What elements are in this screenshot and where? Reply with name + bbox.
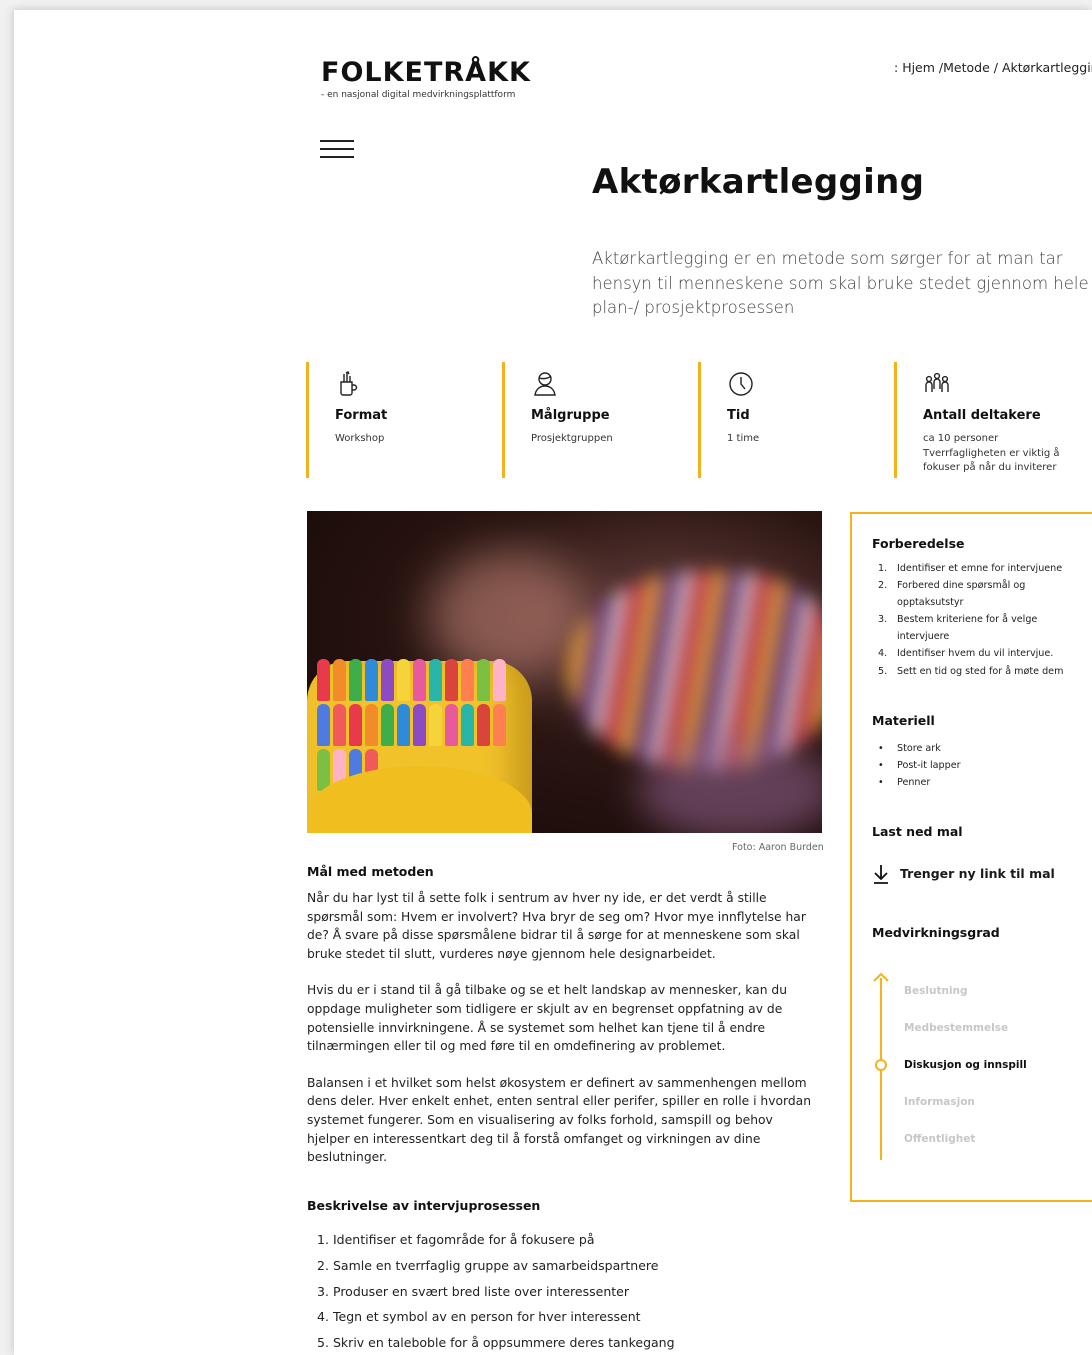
crayon xyxy=(477,704,490,746)
crayon xyxy=(381,704,394,746)
crayon xyxy=(429,704,442,746)
info-card-tid: Tid 1 time xyxy=(698,362,893,478)
process-steps-list: 1. Identifiser et fagområde for å fokuser… xyxy=(307,1227,827,1355)
breadcrumb-metode[interactable]: /Metode xyxy=(939,60,990,75)
material-heading: Materiell xyxy=(872,712,935,728)
person-icon xyxy=(531,370,697,402)
prep-heading: Forberedelse xyxy=(872,536,965,551)
crayon xyxy=(333,659,346,701)
prep-step: 3. Bestem kriteriene for å velge intervju… xyxy=(878,614,1038,643)
tools-cup-icon xyxy=(335,370,501,402)
info-card-title: Antall deltakere xyxy=(923,408,1041,423)
participation-scale: Beslutning Medbestemmelse Diskusjon og i… xyxy=(872,970,1082,1170)
info-card-value: ca 10 personer Tverrfagligheten er vikti… xyxy=(923,433,1060,473)
info-card-value: 1 time xyxy=(727,433,760,444)
info-card-title: Tid xyxy=(727,408,750,423)
crayon xyxy=(461,659,474,701)
crayon xyxy=(461,704,474,746)
photo-credit: Foto: Aaron Burden xyxy=(732,842,824,853)
material-item: • Post-it lapper xyxy=(878,759,961,771)
crayon xyxy=(333,704,346,746)
article-paragraph: Hvis du er i stand til å gå tilbake og s… xyxy=(307,983,788,1054)
materials-list: • Store ark • Post-it lapper • Penner xyxy=(872,740,1092,791)
breadcrumb-prefix: : xyxy=(894,60,903,75)
process-step: 5. Skriv en taleboble for å oppsummere de… xyxy=(317,1335,675,1351)
crayon xyxy=(413,659,426,701)
info-card-title: Målgruppe xyxy=(531,408,610,423)
crayon xyxy=(365,704,378,746)
crayon xyxy=(493,704,506,746)
process-step: 2. Samle en tverrfaglig gruppe av samarbe… xyxy=(317,1257,659,1273)
site-logo[interactable]: FOLKETRÅKK - en nasjonal digital medvirk… xyxy=(321,57,531,100)
info-card-value: Prosjektgruppen xyxy=(531,433,613,444)
crayons-photo xyxy=(307,511,822,833)
info-card-title: Format xyxy=(335,408,388,423)
process-step: 1. Identifiser et fagområde for å fokuser… xyxy=(317,1232,595,1247)
degree-level-beslutning: Beslutning xyxy=(904,985,968,997)
prep-step: 4. Identifiser hvem du vil intervjue. xyxy=(878,648,1054,660)
info-card-value: Workshop xyxy=(335,433,385,444)
crayon xyxy=(397,704,410,746)
breadcrumb: : Hjem /Metode / Aktørkartlegging xyxy=(894,60,1092,75)
crayon xyxy=(477,659,490,701)
info-card-format: Format Workshop xyxy=(306,362,501,478)
crayon xyxy=(317,659,330,701)
info-card-deltakere: Antall deltakere ca 10 personer Tverrfag… xyxy=(894,362,1092,478)
article-body: Mål med metoden Når du har lyst til å se… xyxy=(307,864,819,1167)
crayon xyxy=(349,704,362,746)
goal-heading: Mål med metoden xyxy=(307,864,434,879)
process-section: Beskrivelse av intervjuprosessen 1. Ident… xyxy=(307,1198,827,1355)
crayon xyxy=(413,704,426,746)
breadcrumb-current[interactable]: / Aktørkartlegging xyxy=(994,60,1092,75)
crayon xyxy=(445,704,458,746)
crayons xyxy=(317,659,517,791)
degree-level-informasjon: Informasjon xyxy=(904,1096,975,1108)
active-level-marker xyxy=(875,1059,887,1071)
crayon xyxy=(445,659,458,701)
group-icon xyxy=(923,370,1092,402)
process-step: 4. Tegn et symbol av en person for hver i… xyxy=(317,1309,641,1325)
degree-level-offentlighet: Offentlighet xyxy=(904,1133,976,1145)
material-item: • Penner xyxy=(878,776,931,788)
process-heading: Beskrivelse av intervjuprosessen xyxy=(307,1198,541,1213)
material-item: • Store ark xyxy=(878,742,941,754)
download-heading: Last ned mal xyxy=(872,823,963,839)
article-paragraph: Når du har lyst til å sette folk i sentr… xyxy=(307,891,806,961)
crayon xyxy=(349,659,362,701)
logo-tagline: - en nasjonal digital medvirkningsplattf… xyxy=(321,90,516,100)
prep-step: 2. Forbered dine spørsmål og opptaksutsty… xyxy=(878,580,1026,609)
degree-level-diskusjon: Diskusjon og innspill xyxy=(904,1059,1027,1071)
breadcrumb-home[interactable]: Hjem xyxy=(902,60,935,75)
prep-step: 1. Identifiser et emne for intervjuene xyxy=(878,563,1063,574)
page-title: Aktørkartlegging xyxy=(592,162,925,202)
degree-heading: Medvirkningsgrad xyxy=(872,924,1000,940)
download-link-label: Trenger ny link til mal xyxy=(900,866,1055,882)
crayon xyxy=(397,659,410,701)
download-icon xyxy=(874,864,888,884)
prep-steps-list: 1. Identifiser et emne for intervjuene 2.… xyxy=(872,560,1092,680)
method-sidebar: Forberedelse 1. Identifiser et emne for i… xyxy=(850,512,1092,1202)
crayon xyxy=(381,659,394,701)
hamburger-menu-icon[interactable] xyxy=(320,140,354,160)
crayon xyxy=(365,659,378,701)
crayon xyxy=(429,659,442,701)
crayon xyxy=(317,704,330,746)
clock-icon xyxy=(727,370,893,402)
crayon xyxy=(493,659,506,701)
degree-level-medbestemmelse: Medbestemmelse xyxy=(904,1022,1009,1034)
info-card-malgruppe: Målgruppe Prosjektgruppen xyxy=(502,362,697,478)
prep-step: 5. Sett en tid og sted for å møte dem xyxy=(878,665,1064,677)
article-paragraph: Balansen i et hvilket som helst økosyste… xyxy=(307,1075,812,1165)
logo-name: FOLKETRÅKK xyxy=(321,57,531,88)
page-lead: Aktørkartlegging er en metode som sørger… xyxy=(592,249,1089,317)
process-step: 3. Produser en svært bred liste over inte… xyxy=(317,1283,629,1299)
download-template-link[interactable]: Trenger ny link til mal xyxy=(872,863,1092,885)
